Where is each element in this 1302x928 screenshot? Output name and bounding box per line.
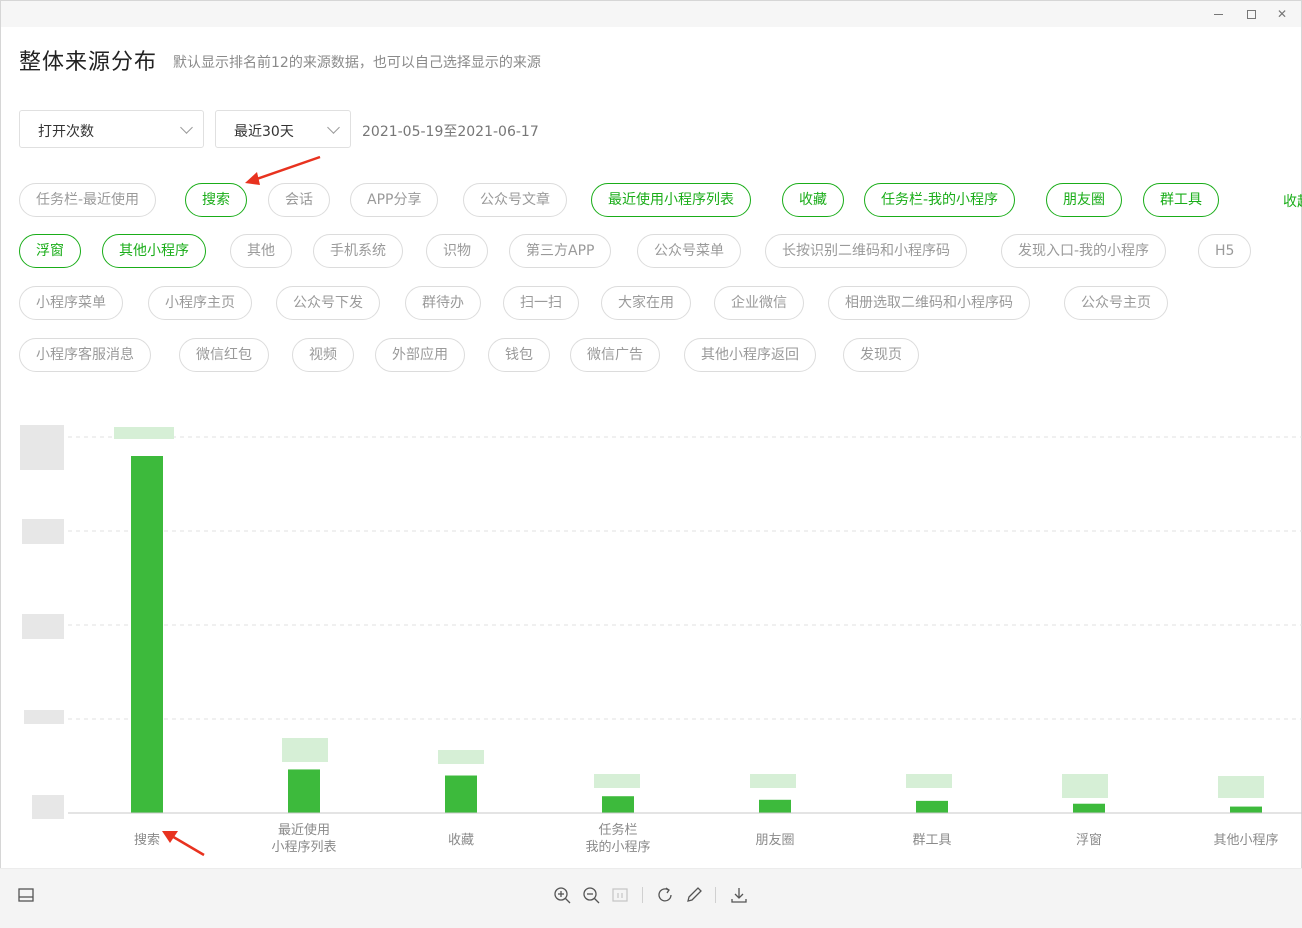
blurred-data-label — [906, 774, 952, 788]
page-title: 整体来源分布 — [19, 50, 158, 75]
collapse-tags-link[interactable]: 收起 — [1283, 191, 1302, 211]
source-tag[interactable]: 会话 — [268, 183, 330, 217]
x-tick-label: 收藏 — [448, 833, 474, 848]
source-tag[interactable]: 任务栏-我的小程序 — [864, 183, 1016, 217]
blurred-axis-label — [22, 519, 64, 544]
x-tick-label: 群工具 — [912, 833, 951, 848]
source-tag[interactable]: 发现页 — [843, 338, 919, 372]
source-tag[interactable]: 最近使用小程序列表 — [591, 183, 751, 217]
minimize-icon[interactable] — [1209, 5, 1227, 23]
source-tag[interactable]: 群待办 — [405, 286, 481, 320]
zoom-out-icon[interactable] — [580, 884, 602, 906]
source-tag[interactable]: 企业微信 — [714, 286, 804, 320]
blurred-data-label — [282, 738, 328, 762]
chart-bar[interactable] — [131, 456, 163, 813]
source-tag[interactable]: 外部应用 — [375, 338, 465, 372]
source-tag[interactable]: 扫一扫 — [503, 286, 579, 320]
blurred-axis-label — [32, 795, 64, 819]
blurred-data-label — [438, 750, 484, 764]
x-tick-label: 我的小程序 — [585, 839, 650, 855]
range-select[interactable]: 最近30天 — [215, 110, 351, 148]
metric-select[interactable]: 打开次数 — [19, 110, 204, 148]
x-tick-label: 任务栏 — [598, 822, 637, 838]
source-tag[interactable]: 群工具 — [1143, 183, 1219, 217]
source-tag[interactable]: 收藏 — [782, 183, 844, 217]
x-tick-label: 其他小程序 — [1213, 833, 1278, 848]
source-tag[interactable]: 浮窗 — [19, 234, 81, 268]
x-tick-label: 最近使用 — [278, 822, 330, 838]
maximize-icon[interactable] — [1242, 5, 1260, 23]
layout-icon[interactable] — [15, 884, 37, 906]
x-tick-label: 浮窗 — [1076, 832, 1102, 848]
annotation-arrow — [245, 155, 321, 185]
source-tag[interactable]: 公众号下发 — [276, 286, 380, 320]
blurred-axis-label — [20, 425, 64, 470]
source-tag[interactable]: H5 — [1198, 234, 1252, 268]
source-tag[interactable]: 其他小程序返回 — [684, 338, 816, 372]
rotate-icon[interactable] — [654, 884, 676, 906]
chart-bar[interactable] — [916, 800, 948, 813]
chevron-down-icon — [327, 121, 340, 134]
toolbar-separator — [715, 887, 716, 903]
source-tag[interactable]: 手机系统 — [313, 234, 403, 268]
chart-bar[interactable] — [445, 775, 477, 813]
blurred-axis-label — [22, 614, 64, 639]
blurred-data-label — [1062, 774, 1108, 798]
chart-bar[interactable] — [759, 799, 791, 813]
source-tag[interactable]: 公众号主页 — [1064, 286, 1168, 320]
date-range-text: 2021-05-19至2021-06-17 — [362, 124, 539, 140]
blurred-data-label — [750, 774, 796, 788]
range-select-value: 最近30天 — [234, 124, 294, 140]
blurred-data-label — [1218, 776, 1264, 798]
blurred-axis-label — [24, 710, 64, 724]
source-tag[interactable]: 其他 — [230, 234, 292, 268]
source-tag[interactable]: 任务栏-最近使用 — [19, 183, 157, 217]
source-tag[interactable]: 朋友圈 — [1046, 183, 1122, 217]
close-icon[interactable]: ✕ — [1273, 5, 1291, 23]
source-tag[interactable]: 搜索 — [185, 183, 247, 217]
source-tag[interactable]: 长按识别二维码和小程序码 — [765, 234, 967, 268]
x-tick-label: 搜索 — [134, 833, 160, 848]
source-tag[interactable]: 大家在用 — [601, 286, 691, 320]
edit-icon[interactable] — [683, 884, 705, 906]
page-subtitle: 默认显示排名前12的来源数据，也可以自己选择显示的来源 — [173, 55, 541, 71]
x-tick-label: 朋友圈 — [755, 832, 794, 848]
source-tag[interactable]: 发现入口-我的小程序 — [1001, 234, 1167, 268]
source-tag[interactable]: 公众号菜单 — [637, 234, 741, 268]
bottom-toolbar — [0, 868, 1302, 928]
chart-bar[interactable] — [288, 769, 320, 813]
source-tag[interactable]: 小程序菜单 — [19, 286, 123, 320]
blurred-data-label — [594, 774, 640, 788]
x-tick-label: 小程序列表 — [271, 840, 336, 855]
chevron-down-icon — [180, 121, 193, 134]
download-icon[interactable] — [728, 884, 750, 906]
blurred-data-label — [114, 427, 174, 439]
source-tag[interactable]: APP分享 — [350, 183, 439, 217]
zoom-in-icon[interactable] — [551, 884, 573, 906]
source-tag[interactable]: 其他小程序 — [102, 234, 206, 268]
chart-bar[interactable] — [1230, 806, 1262, 813]
source-tag[interactable]: 公众号文章 — [463, 183, 567, 217]
source-tag[interactable]: 相册选取二维码和小程序码 — [828, 286, 1030, 320]
chart-bar[interactable] — [602, 796, 634, 813]
toolbar-separator — [642, 887, 643, 903]
source-tag[interactable]: 识物 — [426, 234, 488, 268]
source-tag[interactable]: 第三方APP — [509, 234, 612, 268]
source-tag[interactable]: 微信红包 — [179, 338, 269, 372]
annotation-arrow — [162, 831, 205, 857]
actual-size-icon[interactable] — [609, 884, 631, 906]
source-tag[interactable]: 视频 — [292, 338, 354, 372]
source-tag[interactable]: 钱包 — [488, 338, 550, 372]
source-tag[interactable]: 微信广告 — [570, 338, 660, 372]
source-tag[interactable]: 小程序主页 — [148, 286, 252, 320]
source-tag[interactable]: 小程序客服消息 — [19, 338, 151, 372]
chart-bar[interactable] — [1073, 803, 1105, 813]
title-bar: ✕ — [1, 1, 1301, 27]
metric-select-value: 打开次数 — [38, 124, 94, 140]
